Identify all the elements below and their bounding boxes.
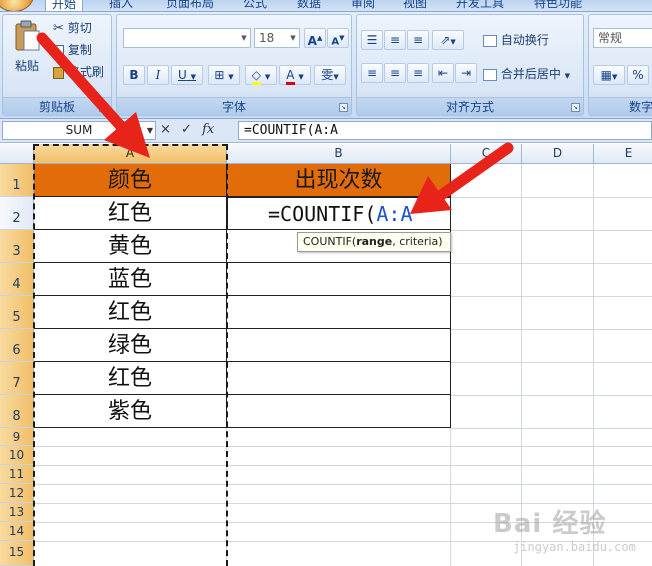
- annotation-arrows: [36, 32, 514, 214]
- watermark-logo: Bai 经验: [493, 509, 607, 539]
- watermark-url: jingyan.baidu.com: [513, 540, 636, 554]
- excel-window: 开始 插入 页面布局 公式 数据 审阅 视图 开发工具 特色功能 粘贴 ✂ 剪切: [0, 0, 652, 566]
- arrow-to-formula-cell: [410, 142, 514, 214]
- watermark: Bai 经验 jingyan.baidu.com: [493, 503, 643, 563]
- arrow-to-column-a: [36, 32, 150, 158]
